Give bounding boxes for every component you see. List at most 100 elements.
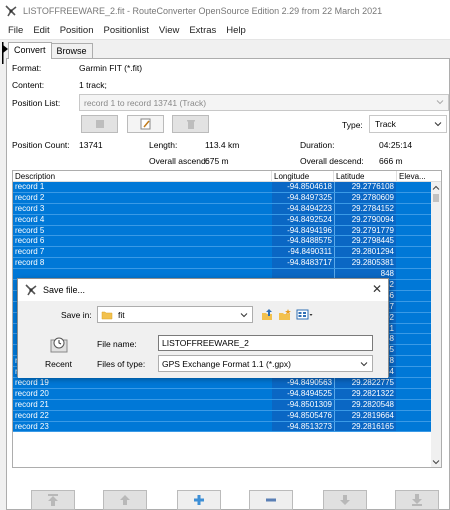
type-label: Type:: [342, 120, 363, 130]
cell-description: record 4: [15, 214, 45, 224]
up-one-level-icon[interactable]: [260, 308, 274, 322]
table-row[interactable]: record 21 -94.8501309 29.2820548: [13, 399, 433, 411]
content-value: 1 track;: [79, 80, 107, 90]
new-folder-icon[interactable]: [278, 308, 292, 322]
column-header-latitude[interactable]: Latitude: [334, 171, 397, 182]
cell-elevation: [396, 247, 433, 257]
file-name-label: File name:: [97, 339, 137, 349]
scroll-down-icon[interactable]: [432, 458, 440, 466]
menu-extras[interactable]: Extras: [184, 25, 221, 36]
save-in-combo[interactable]: fit: [97, 306, 253, 323]
cell-latitude: 29.2776108: [334, 182, 396, 192]
recent-items-icon[interactable]: [48, 335, 70, 355]
cell-description: record 7: [15, 247, 45, 257]
table-scrollbar[interactable]: [431, 182, 441, 467]
position-count-value: 13741: [79, 140, 103, 150]
cell-elevation: [396, 269, 433, 279]
delete-position-list-button[interactable]: [172, 115, 209, 133]
cell-description: record 22: [15, 410, 49, 420]
table-row[interactable]: record 3 -94.8494223 29.2784152: [13, 203, 433, 215]
table-row[interactable]: record 7 -94.8490311 29.2801294: [13, 247, 433, 259]
add-position-button[interactable]: [177, 490, 221, 510]
column-header-longitude[interactable]: Longitude: [272, 171, 334, 182]
menu-positionlist[interactable]: Positionlist: [99, 25, 154, 36]
cell-latitude: 29.2798445: [334, 236, 396, 247]
position-list-value: record 1 to record 13741 (Track): [84, 98, 207, 108]
column-header-elevation[interactable]: Eleva...: [397, 171, 441, 182]
cell-longitude: -94.8494525: [272, 388, 334, 399]
dialog-title-bar: Save file... ✕: [18, 279, 388, 301]
position-list-combo[interactable]: record 1 to record 13741 (Track): [79, 94, 449, 111]
menu-edit[interactable]: Edit: [28, 25, 54, 36]
scrollbar-thumb[interactable]: [433, 194, 439, 202]
cell-elevation: [396, 291, 433, 301]
tab-browse[interactable]: Browse: [51, 43, 93, 58]
edit-pencil-icon: [140, 118, 150, 130]
trash-icon: [186, 119, 195, 129]
chevron-down-icon: [436, 100, 444, 105]
menu-help[interactable]: Help: [221, 25, 251, 36]
save-in-value: fit: [118, 309, 125, 320]
save-in-label: Save in:: [61, 310, 92, 320]
cell-elevation: [396, 280, 433, 290]
file-name-input[interactable]: LISTOFFREEWARE_2: [158, 335, 373, 351]
chevron-down-icon: [240, 313, 248, 318]
table-row[interactable]: record 4 -94.8492524 29.2790094: [13, 214, 433, 226]
format-label: Format:: [12, 63, 42, 73]
move-down-button[interactable]: [323, 490, 367, 510]
cell-latitude: 29.2801294: [334, 247, 396, 258]
move-top-icon: [48, 494, 58, 506]
table-row[interactable]: record 6 -94.8488575 29.2798445: [13, 236, 433, 248]
column-header-description[interactable]: Description: [13, 171, 272, 182]
rename-position-list-button[interactable]: [127, 115, 164, 133]
overall-descend-label: Overall descend:: [300, 156, 364, 166]
cell-elevation: [396, 204, 433, 214]
move-up-button[interactable]: [103, 490, 147, 510]
files-of-type-select[interactable]: GPS Exchange Format 1.1 (*.gpx): [158, 355, 373, 372]
table-header: Description Longitude Latitude Eleva...: [13, 171, 441, 182]
table-row[interactable]: record 5 -94.8494196 29.2791779: [13, 225, 433, 237]
cell-longitude: -94.8494223: [272, 203, 334, 214]
save-file-dialog: Save file... ✕ Save in: fit Recent File …: [17, 278, 389, 378]
tab-convert[interactable]: Convert: [8, 42, 52, 59]
menu-bar: File Edit Position Positionlist View Ext…: [0, 22, 450, 40]
dialog-close-button[interactable]: ✕: [372, 282, 382, 296]
cell-description: record 20: [15, 388, 49, 398]
menu-view[interactable]: View: [154, 25, 184, 36]
dialog-body: Save in: fit Recent File name: LISTOFFRE…: [18, 301, 388, 378]
cell-latitude: 29.2790094: [334, 214, 396, 225]
cell-description: record 19: [15, 378, 49, 388]
cell-longitude: -94.8513273: [272, 421, 334, 432]
remove-position-button[interactable]: [249, 490, 293, 510]
table-row[interactable]: record 8 -94.8483717 29.2805381: [13, 258, 433, 270]
cell-latitude: 29.2784152: [334, 203, 396, 214]
cell-elevation: [396, 422, 433, 432]
cell-longitude: -94.8497325: [272, 192, 334, 203]
type-combo[interactable]: Track: [369, 115, 447, 133]
cell-longitude: -94.8492524: [272, 214, 334, 225]
new-position-list-button[interactable]: [81, 115, 118, 133]
arrow-up-icon: [120, 495, 130, 505]
cell-description: record 2: [15, 192, 45, 202]
scroll-up-icon[interactable]: [432, 184, 440, 192]
routeconverter-app-icon: [25, 284, 37, 296]
recent-label[interactable]: Recent: [45, 359, 72, 369]
table-row[interactable]: record 1 -94.8504618 29.2776108: [13, 182, 433, 193]
cell-latitude: 29.2820548: [334, 399, 396, 410]
table-row[interactable]: record 19 -94.8490563 29.2822775: [13, 378, 433, 389]
menu-file[interactable]: File: [3, 25, 28, 36]
move-to-top-button[interactable]: [31, 490, 75, 510]
view-menu-icon[interactable]: [296, 308, 314, 322]
plus-icon: [194, 495, 204, 505]
files-of-type-value: GPS Exchange Format 1.1 (*.gpx): [162, 359, 291, 369]
cell-elevation: [396, 226, 433, 236]
cell-description: record 21: [15, 399, 49, 409]
table-row[interactable]: record 23 -94.8513273 29.2816165: [13, 421, 433, 433]
move-to-bottom-button[interactable]: [395, 490, 439, 510]
cell-latitude: 29.2819664: [334, 410, 396, 421]
new-list-icon: [95, 120, 104, 128]
table-row[interactable]: record 20 -94.8494525 29.2821322: [13, 388, 433, 400]
table-row[interactable]: record 22 -94.8505476 29.2819664: [13, 410, 433, 422]
menu-position[interactable]: Position: [55, 25, 99, 36]
table-row[interactable]: record 2 -94.8497325 29.2780609: [13, 192, 433, 204]
